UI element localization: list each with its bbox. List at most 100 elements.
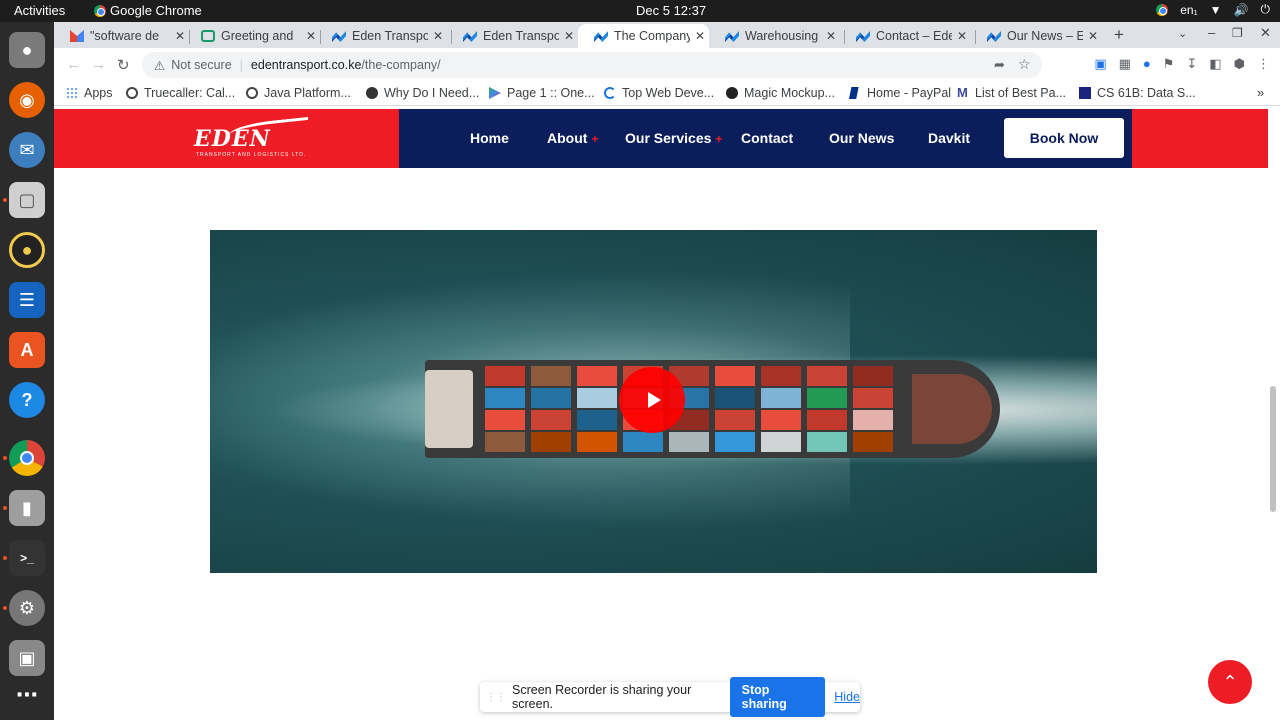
terminal-icon[interactable]: >_ — [9, 540, 45, 576]
nav-davkit[interactable]: Davkit — [928, 130, 970, 146]
tab[interactable]: Eden Transpo ✕ — [447, 24, 578, 48]
tab[interactable]: Our News – E ✕ — [971, 24, 1102, 48]
tab-search-icon[interactable]: ⌄ — [1178, 27, 1187, 40]
nav-our-services[interactable]: Our Services + — [625, 130, 722, 146]
writer-icon[interactable]: ☰ — [9, 282, 45, 318]
app-menu[interactable]: Google Chrome — [94, 3, 202, 18]
thunderbird-icon[interactable]: ✉ — [9, 132, 45, 168]
help-icon[interactable]: ? — [9, 382, 45, 418]
apps-grid-icon — [66, 87, 78, 99]
extension-icon[interactable]: ▣ — [1094, 56, 1106, 72]
book-now-button[interactable]: Book Now — [1004, 118, 1124, 158]
java-icon — [246, 87, 258, 99]
side-panel-icon[interactable]: ◧ — [1209, 56, 1221, 72]
bookmark-item[interactable]: M List of Best Pa... — [957, 86, 1066, 100]
bookmark-item[interactable]: Why Do I Need... — [366, 86, 479, 100]
firefox-icon[interactable]: ◉ — [9, 82, 45, 118]
tab-strip: "software de ✕ Greeting and ✕ Eden Trans… — [54, 22, 1280, 48]
software-center-icon[interactable]: A — [9, 332, 45, 368]
usb-icon[interactable]: ▮ — [9, 490, 45, 526]
logo[interactable]: EDEN TRANSPORT AND LOGISTICS LTD. — [54, 109, 399, 168]
page-scrollbar[interactable] — [1270, 386, 1276, 512]
extensions-area: ▣ ▦ ● ⚑ ↧ ◧ ⬢ ⋮ — [1094, 56, 1270, 72]
ship-thumbnail — [425, 360, 1000, 458]
tab[interactable]: Eden Transpo ✕ — [316, 24, 447, 48]
bookmark-item[interactable]: Truecaller: Cal... — [126, 86, 235, 100]
truecaller-icon — [126, 87, 138, 99]
new-tab-icon[interactable]: + — [1114, 25, 1124, 45]
bookmark-item[interactable]: Java Platform... — [246, 86, 351, 100]
settings-icon[interactable]: ⚙ — [9, 590, 45, 626]
gimp-icon[interactable]: ● — [9, 32, 45, 68]
close-tab-icon[interactable]: ✕ — [695, 29, 705, 43]
tab[interactable]: Greeting and ✕ — [185, 24, 320, 48]
nav-our-news[interactable]: Our News — [829, 130, 894, 146]
bookmark-item[interactable]: Home - PayPal — [849, 86, 951, 100]
video-player[interactable] — [210, 230, 1097, 573]
tab-active[interactable]: The Company ✕ — [578, 24, 709, 48]
bookmark-item[interactable]: Top Web Deve... — [604, 86, 714, 100]
scroll-to-top-button[interactable]: ⌃ — [1208, 660, 1252, 704]
menu-icon[interactable]: ⋮ — [1257, 56, 1270, 72]
screenshot-extension-icon[interactable]: ▦ — [1119, 56, 1131, 72]
close-tab-icon[interactable]: ✕ — [433, 29, 443, 43]
files-icon[interactable]: ▢ — [9, 182, 45, 218]
stop-sharing-button[interactable]: Stop sharing — [729, 677, 826, 717]
chrome-dock-icon[interactable] — [9, 440, 45, 476]
bookmark-apps[interactable]: Apps — [66, 86, 113, 100]
header-accent — [1132, 109, 1268, 168]
bookmark-star-icon[interactable]: ☆ — [1018, 56, 1031, 73]
tab[interactable]: Contact – Ede ✕ — [840, 24, 971, 48]
extensions-icon[interactable]: ⚑ — [1163, 56, 1175, 72]
hide-link[interactable]: Hide — [834, 690, 860, 704]
disk-icon[interactable]: ▣ — [9, 640, 45, 676]
bookmark-item[interactable]: Magic Mockup... — [726, 86, 835, 100]
maximize-icon[interactable]: ❐ — [1232, 26, 1243, 40]
tab[interactable]: "software de ✕ — [54, 24, 189, 48]
security-label[interactable]: Not secure — [171, 58, 231, 72]
show-apps-icon[interactable]: ⋯ — [9, 677, 45, 713]
main-nav: Home About + Our Services + Contact Our Ne… — [399, 109, 1132, 168]
close-window-icon[interactable]: ✕ — [1260, 25, 1271, 41]
screen-share-notification: ⋮⋮ Screen Recorder is sharing your scree… — [480, 677, 860, 717]
close-tab-icon[interactable]: ✕ — [826, 29, 836, 43]
address-bar[interactable]: ⚠ Not secure | edentransport.co.ke /the-… — [142, 52, 1042, 78]
close-tab-icon[interactable]: ✕ — [175, 29, 185, 43]
gmail-icon — [70, 30, 84, 42]
url-path: /the-company/ — [361, 58, 441, 72]
close-tab-icon[interactable]: ✕ — [1088, 29, 1098, 43]
bookmark-item[interactable]: CS 61B: Data S... — [1079, 86, 1196, 100]
more-bookmarks-icon[interactable]: » — [1257, 85, 1264, 100]
url-domain: edentransport.co.ke — [250, 58, 362, 72]
bookmark-item[interactable]: Page 1 :: One... — [489, 86, 595, 100]
app-name: Google Chrome — [110, 3, 202, 18]
nav-home[interactable]: Home — [470, 130, 509, 146]
warning-icon[interactable]: ⚠ — [154, 58, 165, 73]
minimize-icon[interactable]: – — [1208, 25, 1215, 40]
system-tray[interactable]: en₁ ▼ 🔊 ⏻ — [1156, 2, 1270, 17]
close-tab-icon[interactable]: ✕ — [957, 29, 967, 43]
close-tab-icon[interactable]: ✕ — [564, 29, 574, 43]
forward-icon[interactable]: → — [91, 56, 106, 73]
keyboard-layout[interactable]: en₁ — [1180, 3, 1197, 17]
power-icon: ⏻ — [1260, 2, 1271, 16]
nav-about[interactable]: About + — [547, 130, 598, 146]
reload-icon[interactable]: ↻ — [117, 56, 130, 74]
clock[interactable]: Dec 5 12:37 — [636, 3, 706, 18]
play-button[interactable] — [619, 367, 685, 433]
share-icon[interactable]: ➦ — [994, 57, 1005, 73]
rhythmbox-icon[interactable]: ● — [9, 232, 45, 268]
drag-handle-icon[interactable]: ⋮⋮ — [486, 692, 506, 703]
nav-contact[interactable]: Contact — [741, 130, 793, 146]
back-icon[interactable]: ← — [66, 56, 81, 73]
activities-button[interactable]: Activities — [14, 3, 65, 18]
tab[interactable]: Warehousing ✕ — [709, 24, 840, 48]
volume-icon: 🔊 — [1233, 2, 1249, 17]
close-tab-icon[interactable]: ✕ — [306, 29, 316, 43]
site-icon — [604, 87, 616, 99]
submenu-plus-icon: + — [715, 132, 723, 146]
zoom-extension-icon[interactable]: ● — [1143, 56, 1151, 72]
download-icon[interactable]: ↧ — [1186, 56, 1197, 72]
eden-icon — [987, 31, 1001, 42]
profile-icon[interactable]: ⬢ — [1234, 56, 1245, 72]
